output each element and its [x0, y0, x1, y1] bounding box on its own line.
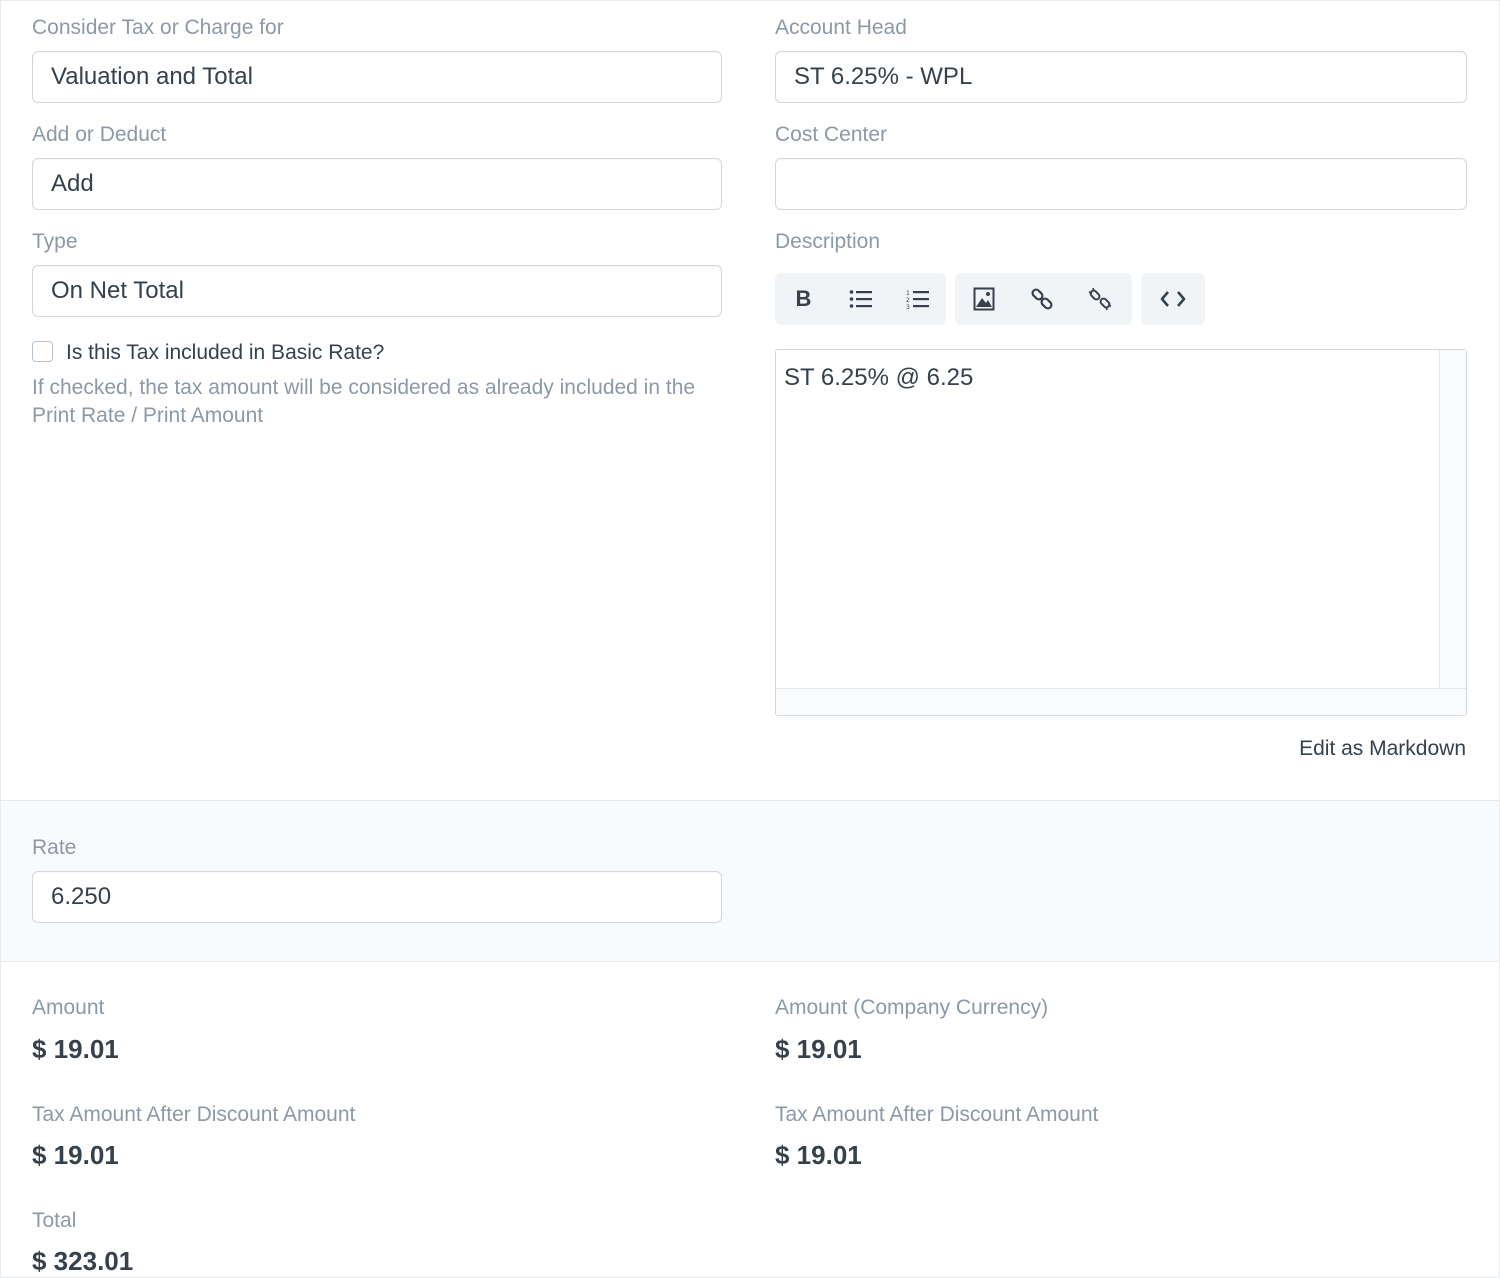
bullet-list-button[interactable] [832, 273, 889, 325]
amount-label: Amount [32, 996, 105, 1019]
svg-text:1: 1 [906, 290, 910, 297]
account-head-label: Account Head [775, 16, 907, 39]
included-help-text: If checked, the tax amount will be consi… [32, 376, 696, 427]
tax-after-discount-label: Tax Amount After Discount Amount [32, 1103, 356, 1126]
included-in-basic-rate-checkbox[interactable] [32, 341, 53, 362]
add-or-deduct-select[interactable]: Add [32, 158, 722, 210]
link-button[interactable] [1013, 273, 1071, 325]
tax-after-discount-value: $ 19.01 [32, 1140, 119, 1170]
tax-after-discount-company-value: $ 19.01 [775, 1140, 862, 1170]
edit-as-markdown-link[interactable]: Edit as Markdown [1299, 737, 1466, 761]
code-view-icon [1160, 291, 1186, 307]
amount-value: $ 19.01 [32, 1034, 119, 1064]
type-select[interactable]: On Net Total [32, 265, 722, 317]
rate-input[interactable]: 6.250 [32, 871, 722, 923]
image-button[interactable] [955, 273, 1013, 325]
code-view-button[interactable] [1141, 273, 1205, 325]
numbered-list-icon: 1 2 3 [906, 290, 929, 309]
included-in-basic-rate-label[interactable]: Is this Tax included in Basic Rate? [66, 341, 384, 365]
type-label: Type [32, 230, 78, 253]
amount-company-currency-value: $ 19.01 [775, 1034, 862, 1064]
unlink-icon [1088, 287, 1112, 311]
numbered-list-button[interactable]: 1 2 3 [889, 273, 946, 325]
description-content[interactable]: ST 6.25% @ 6.25 [784, 364, 973, 392]
total-value: $ 323.01 [32, 1246, 134, 1276]
description-editor[interactable]: ST 6.25% @ 6.25 [775, 349, 1467, 716]
tax-after-discount-company-label: Tax Amount After Discount Amount [775, 1103, 1099, 1126]
toolbar-insert-group [955, 273, 1132, 325]
amount-company-currency-label: Amount (Company Currency) [775, 996, 1049, 1019]
cost-center-input[interactable] [775, 158, 1467, 210]
editor-vertical-scrollbar[interactable] [1439, 350, 1466, 690]
consider-tax-select[interactable]: Valuation and Total [32, 51, 722, 103]
bold-button[interactable]: B [775, 273, 832, 325]
svg-text:3: 3 [906, 304, 910, 309]
editor-horizontal-scrollbar[interactable] [776, 688, 1466, 715]
toolbar-format-group: B 1 2 3 [775, 273, 946, 325]
bold-icon: B [795, 286, 812, 311]
account-head-input[interactable]: ST 6.25% - WPL [775, 51, 1467, 103]
image-icon [973, 287, 995, 311]
svg-text:2: 2 [906, 297, 910, 304]
rate-label: Rate [32, 836, 77, 859]
cost-center-label: Cost Center [775, 123, 888, 146]
add-or-deduct-label: Add or Deduct [32, 123, 167, 146]
consider-tax-label: Consider Tax or Charge for [32, 16, 284, 39]
toolbar-view-group [1141, 273, 1205, 325]
description-label: Description [775, 230, 881, 253]
unlink-button[interactable] [1071, 273, 1129, 325]
total-label: Total [32, 1209, 77, 1232]
link-icon [1031, 288, 1053, 310]
bullet-list-icon [849, 290, 872, 308]
